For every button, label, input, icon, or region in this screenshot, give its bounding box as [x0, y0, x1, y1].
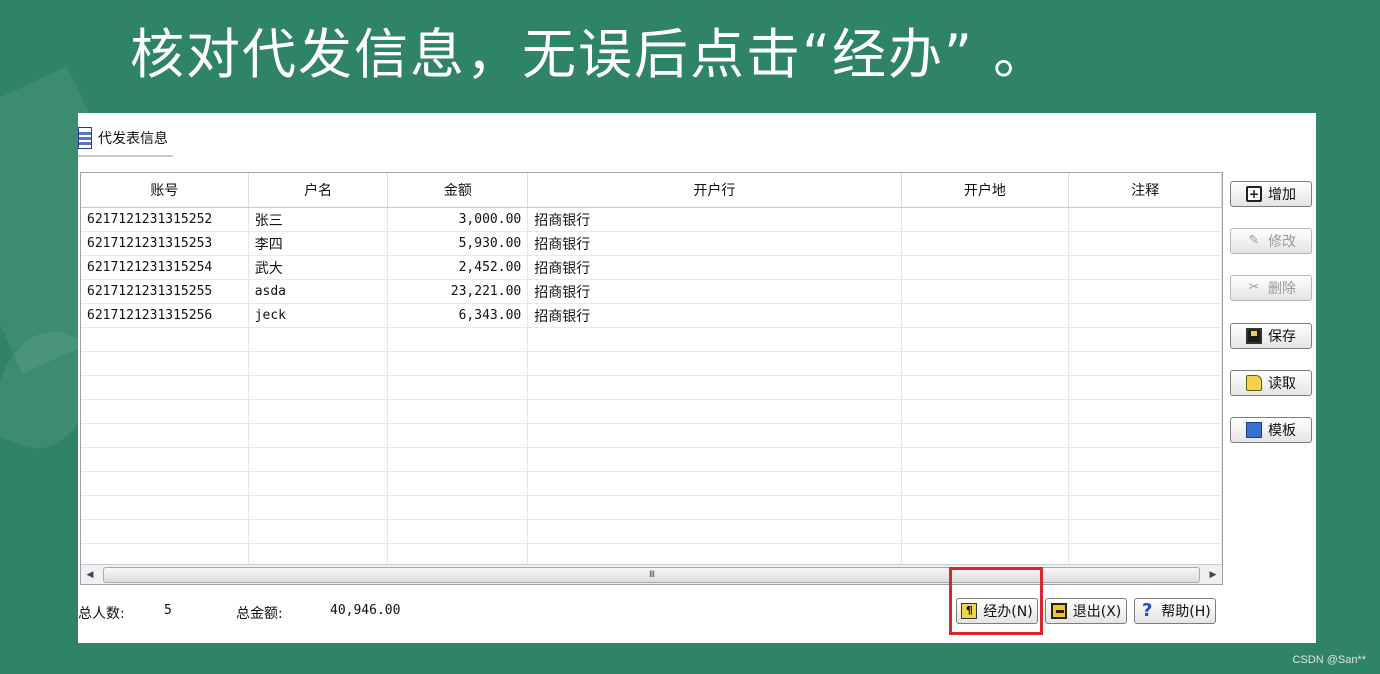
scroll-thumb[interactable]: III [103, 566, 1200, 583]
column-header-account[interactable]: 账号 [81, 173, 249, 207]
empty-row [81, 352, 1222, 376]
scroll-grip: III [649, 569, 655, 580]
empty-row [81, 328, 1222, 352]
cell-note [1069, 208, 1222, 231]
cell-location [902, 256, 1070, 279]
cell-name: 张三 [249, 208, 389, 231]
slide-title: 核对代发信息，无误后点击“经办” 。 [130, 23, 1050, 86]
cell-amount: 2,452.00 [388, 256, 529, 279]
cell-amount: 23,221.00 [388, 280, 529, 303]
column-header-amount[interactable]: 金额 [388, 173, 529, 207]
document-icon [78, 127, 92, 149]
cell-location [902, 304, 1070, 327]
pencil-icon: ✎ [1248, 233, 1260, 248]
read-button-label: 读取 [1268, 376, 1296, 392]
empty-row [81, 400, 1222, 424]
read-button[interactable]: 读取 [1230, 370, 1312, 396]
delete-button-label: 删除 [1268, 281, 1296, 297]
scroll-right-icon[interactable]: ▶ [1204, 566, 1222, 584]
cell-bank: 招商银行 [528, 232, 902, 255]
total-amount-value: 40,946.00 [330, 603, 401, 618]
cell-bank: 招商银行 [528, 304, 902, 327]
add-button-label: 增加 [1268, 187, 1296, 203]
cell-account: 6217121231315252 [81, 208, 249, 231]
cell-account: 6217121231315256 [81, 304, 249, 327]
grid-body: 6217121231315252 张三 3,000.00 招商银行 621712… [81, 208, 1222, 568]
table-row[interactable]: 6217121231315256 jeck 6,343.00 招商银行 [81, 304, 1222, 328]
floppy-disk-icon [1246, 328, 1262, 344]
template-button-label: 模板 [1268, 423, 1296, 439]
cell-location [902, 232, 1070, 255]
scissors-icon: ✂ [1248, 280, 1260, 295]
total-amount-label: 总金额: [236, 606, 283, 622]
empty-row [81, 496, 1222, 520]
cell-amount: 3,000.00 [388, 208, 529, 231]
add-button[interactable]: + 增加 [1230, 181, 1312, 207]
save-button-label: 保存 [1268, 329, 1296, 345]
empty-row [81, 424, 1222, 448]
edit-button-label: 修改 [1268, 234, 1296, 250]
exit-door-icon [1050, 603, 1067, 619]
handle-button-label: 经办(N) [983, 604, 1033, 620]
cell-bank: 招商银行 [528, 256, 902, 279]
tab-title: 代发表信息 [98, 131, 168, 147]
scroll-left-icon[interactable]: ◀ [81, 566, 99, 584]
cell-name: jeck [249, 304, 389, 327]
cell-bank: 招商银行 [528, 280, 902, 303]
template-button[interactable]: 模板 [1230, 417, 1312, 443]
cell-location [902, 280, 1070, 303]
cell-amount: 5,930.00 [388, 232, 529, 255]
help-button[interactable]: ? 帮助(H) [1134, 598, 1216, 624]
payroll-grid: 账号 户名 金额 开户行 开户地 注释 6217121231315252 张三 … [80, 172, 1223, 585]
column-header-name[interactable]: 户名 [248, 173, 389, 207]
add-icon: + [1246, 186, 1262, 202]
cell-note [1069, 304, 1222, 327]
edit-button[interactable]: ✎ 修改 [1230, 228, 1312, 254]
cell-amount: 6,343.00 [388, 304, 529, 327]
cell-account: 6217121231315253 [81, 232, 249, 255]
table-row[interactable]: 6217121231315253 李四 5,930.00 招商银行 [81, 232, 1222, 256]
cell-account: 6217121231315254 [81, 256, 249, 279]
column-header-bank[interactable]: 开户行 [528, 173, 902, 207]
help-button-label: 帮助(H) [1161, 604, 1211, 620]
exit-button-label: 退出(X) [1072, 604, 1122, 620]
template-icon [1246, 422, 1262, 438]
empty-row [81, 448, 1222, 472]
total-people-value: 5 [164, 603, 172, 618]
horizontal-scrollbar[interactable]: ◀ III ▶ [81, 564, 1222, 584]
delete-button[interactable]: ✂ 删除 [1230, 275, 1312, 301]
cell-name: 李四 [249, 232, 389, 255]
tab-payroll-info[interactable]: 代发表信息 [78, 121, 173, 157]
watermark: CSDN @San** [1292, 654, 1366, 666]
empty-row [81, 520, 1222, 544]
document-pen-icon: ¶ [961, 603, 978, 619]
column-header-note[interactable]: 注释 [1069, 173, 1222, 207]
exit-button[interactable]: 退出(X) [1045, 598, 1127, 624]
payroll-window: 代发表信息 账号 户名 金额 开户行 开户地 注释 62171212313152… [78, 113, 1316, 643]
cell-note [1069, 232, 1222, 255]
save-button[interactable]: 保存 [1230, 323, 1312, 349]
cell-note [1069, 280, 1222, 303]
cell-account: 6217121231315255 [81, 280, 249, 303]
cell-bank: 招商银行 [528, 208, 902, 231]
total-people-label: 总人数: [78, 606, 125, 622]
column-header-location[interactable]: 开户地 [901, 173, 1070, 207]
cell-note [1069, 256, 1222, 279]
table-row[interactable]: 6217121231315252 张三 3,000.00 招商银行 [81, 208, 1222, 232]
empty-row [81, 376, 1222, 400]
cell-name: 武大 [249, 256, 389, 279]
help-icon: ? [1142, 600, 1153, 621]
table-row[interactable]: 6217121231315254 武大 2,452.00 招商银行 [81, 256, 1222, 280]
handle-button[interactable]: ¶ 经办(N) [956, 598, 1038, 624]
folder-open-icon [1246, 375, 1262, 391]
grid-header: 账号 户名 金额 开户行 开户地 注释 [81, 173, 1222, 208]
cell-location [902, 208, 1070, 231]
table-row[interactable]: 6217121231315255 asda 23,221.00 招商银行 [81, 280, 1222, 304]
empty-row [81, 472, 1222, 496]
cell-name: asda [249, 280, 389, 303]
